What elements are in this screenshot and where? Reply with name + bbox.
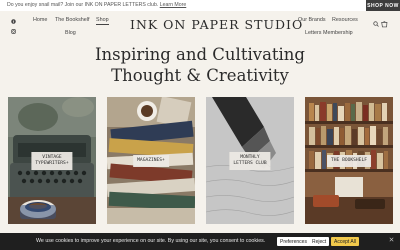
cookie-accept-button[interactable]: Accept All [331, 237, 359, 246]
cookie-banner: We use cookies to improve your experienc… [0, 233, 400, 250]
hero-heading: Inspiring and Cultivating Thought & Crea… [0, 44, 400, 86]
nav-blog[interactable]: Blog [65, 30, 76, 36]
cookie-reject-button[interactable]: Reject [309, 237, 330, 246]
nav-the-bookshelf[interactable]: The Bookshelf [55, 17, 89, 23]
hero-line-2: Thought & Creativity [111, 66, 289, 85]
card-magazines[interactable]: MAGAZINES+ [107, 97, 195, 224]
cookie-preferences-button[interactable]: Preferences [277, 237, 310, 246]
card-the-bookshelf[interactable]: THE BOOKSHELF [305, 97, 393, 224]
nav-resources[interactable]: Resources [332, 17, 358, 23]
card-label-line-1: THE BOOKSHELF [331, 157, 367, 163]
nav-our-brands[interactable]: Our Brands [298, 17, 326, 23]
nav-home[interactable]: Home [33, 17, 47, 23]
nav-shop[interactable]: Shop [96, 17, 109, 25]
card-label-line-1: MAGAZINES+ [137, 157, 165, 163]
search-icon[interactable] [373, 21, 379, 29]
card-label: THE BOOKSHELF [327, 154, 371, 167]
card-label-line-2: TYPEWRITERS+ [35, 160, 69, 166]
announcement-bar: Do you enjoy snail mail? Join our INK ON… [0, 0, 400, 11]
cart-icon[interactable] [381, 21, 388, 30]
card-label: MAGAZINES+ [133, 154, 169, 167]
card-monthly-letters-club[interactable]: MONTHLY LETTERS CLUB [206, 97, 294, 224]
site-logo[interactable]: INK ON PAPER STUDIO [130, 17, 303, 32]
learn-more-link[interactable]: Learn More [160, 2, 187, 8]
card-label: VINTAGE TYPEWRITERS+ [31, 151, 73, 170]
close-icon[interactable] [389, 237, 394, 244]
announcement-text: Do you enjoy snail mail? Join our INK ON… [7, 2, 186, 8]
card-label: MONTHLY LETTERS CLUB [229, 151, 271, 170]
shop-now-button[interactable]: SHOP NOW [366, 0, 400, 11]
instagram-icon[interactable] [11, 29, 16, 36]
card-label-line-2: LETTERS CLUB [233, 160, 267, 166]
card-vintage-typewriters[interactable]: VINTAGE TYPEWRITERS+ [8, 97, 96, 224]
facebook-icon[interactable]: f [11, 19, 16, 26]
hero-line-1: Inspiring and Cultivating [94, 45, 305, 64]
announcement-message: Do you enjoy snail mail? Join our INK ON… [7, 2, 159, 8]
site-header: f Home The Bookshelf Shop Blog INK ON PA… [0, 11, 400, 41]
nav-letters-membership[interactable]: Letters Membership [305, 30, 353, 36]
cookie-text: We use cookies to improve your experienc… [36, 238, 266, 244]
